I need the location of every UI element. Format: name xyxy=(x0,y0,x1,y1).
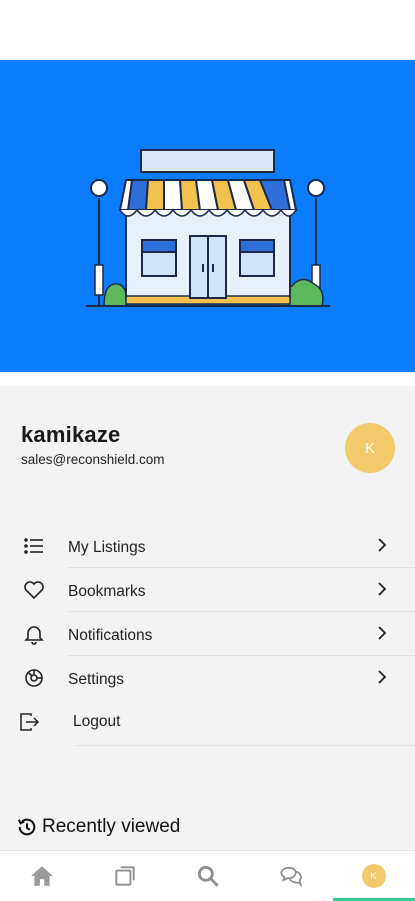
menu-item-label: Notifications xyxy=(68,627,153,644)
divider xyxy=(76,745,415,746)
menu-item-notifications[interactable]: Notifications xyxy=(0,612,415,656)
logout-icon xyxy=(20,713,40,731)
home-icon xyxy=(30,866,53,886)
profile-avatar: K xyxy=(361,864,386,888)
menu-item-my-listings[interactable]: My Listings xyxy=(0,524,415,568)
heart-icon xyxy=(24,581,44,600)
nav-listings[interactable] xyxy=(83,851,166,901)
gear-icon xyxy=(25,669,43,687)
bell-icon xyxy=(24,626,44,645)
chevron-right-icon xyxy=(378,538,387,552)
avatar[interactable]: K xyxy=(345,423,395,473)
nav-profile[interactable]: K xyxy=(332,851,415,901)
recently-viewed-label: Recently viewed xyxy=(42,816,181,837)
status-bar-area xyxy=(0,0,415,60)
storefront-illustration xyxy=(86,149,330,307)
nav-search[interactable] xyxy=(166,851,249,901)
username: kamikaze xyxy=(21,422,121,447)
user-email: sales@reconshield.com xyxy=(21,452,165,467)
logout-button[interactable]: Logout xyxy=(0,700,415,746)
history-icon xyxy=(17,818,36,836)
search-icon xyxy=(197,865,219,887)
recently-viewed-header: Recently viewed xyxy=(16,815,180,839)
chat-icon xyxy=(279,866,302,888)
menu-item-label: My Listings xyxy=(68,539,146,556)
separator-band xyxy=(0,372,415,386)
nav-home[interactable] xyxy=(0,851,83,901)
chevron-right-icon xyxy=(378,626,387,640)
menu-item-label: Bookmarks xyxy=(68,583,146,600)
hero-banner xyxy=(0,60,415,372)
list-icon xyxy=(24,538,43,554)
menu-item-settings[interactable]: Settings xyxy=(0,656,415,700)
profile-section: kamikaze sales@reconshield.com K xyxy=(0,386,415,496)
nav-chat[interactable] xyxy=(249,851,332,901)
listings-icon xyxy=(114,866,135,886)
logout-label: Logout xyxy=(73,713,121,730)
chevron-right-icon xyxy=(378,670,387,684)
chevron-right-icon xyxy=(378,582,387,596)
menu-item-label: Settings xyxy=(68,671,125,688)
menu-item-bookmarks[interactable]: Bookmarks xyxy=(0,568,415,612)
bottom-navigation: K xyxy=(0,850,415,901)
